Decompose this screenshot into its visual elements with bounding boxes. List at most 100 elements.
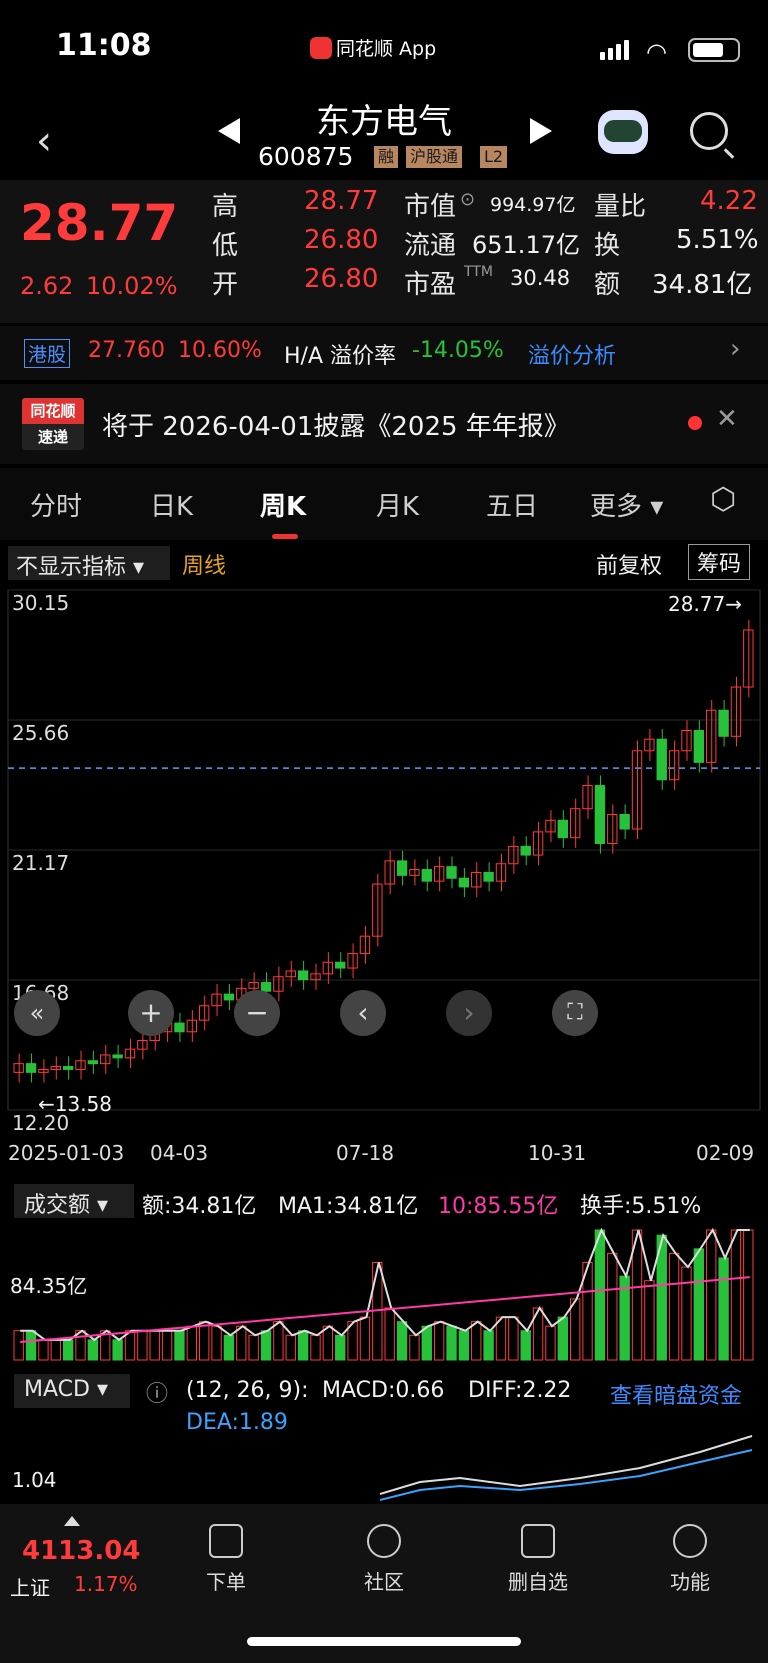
index-up-icon: [64, 1516, 80, 1526]
volume-bar: [396, 1321, 408, 1361]
tab-intraday[interactable]: 分时: [30, 486, 82, 523]
pe-value: 30.48: [510, 266, 571, 290]
nav-remove-watchlist[interactable]: 删自选: [488, 1524, 588, 1595]
macd-panel[interactable]: MACD ▾ ⓘ (12, 26, 9): MACD:0.66 DIFF:2.2…: [0, 1370, 768, 1504]
hk-pct: 10.60%: [178, 338, 262, 363]
y-tick-label: 25.66: [12, 721, 69, 745]
adjust-mode-button[interactable]: 前复权: [596, 548, 662, 580]
tag-level2: L2: [480, 146, 508, 168]
volume-bar: [248, 1334, 259, 1361]
candle-body: [730, 686, 742, 737]
period-tabs: 分时 日K 周K 月K 五日 更多 ▾ ⬡: [0, 468, 768, 540]
news-express-logo: 同花顺 速递: [22, 398, 84, 450]
volume-bar: [668, 1252, 680, 1361]
tab-weekly-k[interactable]: 周K: [260, 486, 306, 523]
candle-body: [656, 738, 667, 781]
turnover-value: 5.51%: [676, 225, 759, 255]
diff-value: DIFF:2.22: [468, 1378, 572, 1403]
nav-order[interactable]: 下单: [176, 1524, 276, 1595]
open-label: 开: [212, 270, 239, 300]
volume-bar: [718, 1257, 729, 1361]
volume-bar: [607, 1252, 618, 1361]
candle-body: [25, 1063, 37, 1073]
volume-bar: [310, 1334, 321, 1361]
volume-bar: [545, 1325, 556, 1361]
volume-bar: [285, 1334, 296, 1361]
open-value: 26.80: [304, 264, 379, 294]
pe-label: 市盈: [404, 270, 457, 300]
dark-pool-link[interactable]: 查看暗盘资金: [610, 1378, 742, 1410]
hk-premium-row[interactable]: 港股 27.760 10.60% H/A 溢价率 -14.05% 溢价分析 ›: [0, 326, 768, 380]
index-value[interactable]: 4113.04: [22, 1536, 140, 1566]
tab-monthly-k[interactable]: 月K: [376, 486, 419, 523]
turnover-label: 换: [594, 231, 621, 261]
volume-indicator-select[interactable]: 成交额 ▾: [14, 1184, 134, 1218]
indicator-select[interactable]: 不显示指标 ▾: [8, 546, 170, 580]
candle-body: [347, 953, 358, 969]
x-tick-label: 2025-01-03: [8, 1141, 124, 1165]
help-icon[interactable]: ⓘ: [146, 1376, 168, 1408]
fullscreen-icon[interactable]: ⛶: [552, 990, 598, 1036]
volume-bar: [87, 1339, 99, 1361]
search-icon[interactable]: [690, 112, 728, 150]
tab-more[interactable]: 更多 ▾: [590, 486, 663, 523]
volume-bar: [62, 1339, 74, 1361]
quote-panel: 28.77 2.62 10.02% 高 28.77 低 26.80 开 26.8…: [0, 180, 768, 323]
zoom-in-icon[interactable]: +: [128, 990, 174, 1036]
zoom-out-icon[interactable]: −: [234, 990, 280, 1036]
nav-community[interactable]: 社区: [334, 1524, 434, 1595]
index-name: 上证: [10, 1576, 50, 1600]
kline-chart-area[interactable]: 不显示指标 ▾ 周线 前复权 筹码 30.1525.6621.1716.6812…: [0, 540, 768, 1180]
hk-price: 27.760: [88, 338, 165, 363]
cellular-signal-icon: [600, 40, 629, 60]
volume-bar: [112, 1339, 123, 1361]
rewind-icon[interactable]: «: [14, 990, 60, 1036]
low-marker: ←13.58: [38, 1092, 113, 1116]
scroll-right-icon[interactable]: ›: [446, 990, 492, 1036]
settings-hexagon-icon[interactable]: ⬡: [710, 482, 736, 517]
candle-body: [458, 877, 470, 888]
last-price: 28.77: [20, 194, 179, 252]
volume-bar: [211, 1325, 222, 1361]
volume-bar: [149, 1330, 160, 1361]
nav-functions[interactable]: 功能: [640, 1524, 740, 1595]
candle-body: [619, 814, 630, 830]
tag-margin: 融: [374, 146, 399, 168]
x-tick-label: 04-03: [150, 1141, 208, 1165]
home-indicator: [247, 1637, 521, 1646]
premium-analysis-link[interactable]: 溢价分析: [528, 338, 616, 370]
chevron-right-icon: ›: [730, 334, 741, 364]
info-icon[interactable]: ⊙: [460, 189, 475, 210]
candle-body: [681, 730, 692, 752]
hk-tag: 港股: [24, 339, 71, 368]
pe-ttm-tag: TTM: [464, 264, 493, 280]
high-label: 高: [212, 192, 239, 222]
candle-body: [322, 961, 334, 975]
x-tick-label: 02-09: [696, 1141, 754, 1165]
prev-stock-icon[interactable]: [218, 118, 240, 144]
close-icon[interactable]: ✕: [716, 404, 738, 434]
wifi-icon: ◠: [646, 38, 667, 66]
unread-dot-icon: [688, 416, 702, 430]
volume-bar: [483, 1330, 494, 1361]
volume-bar: [471, 1321, 482, 1361]
stock-name: 东方电气: [316, 102, 452, 142]
chips-button[interactable]: 筹码: [688, 544, 751, 580]
candle-body: [644, 738, 655, 752]
candle-body: [545, 819, 556, 833]
tab-five-day[interactable]: 五日: [486, 486, 538, 523]
macd-indicator-select[interactable]: MACD ▾: [14, 1374, 130, 1408]
volume-bar: [322, 1325, 334, 1361]
price-change-pct: 10.02%: [86, 272, 178, 300]
next-stock-icon[interactable]: [530, 118, 552, 144]
volume-bar: [38, 1339, 49, 1361]
scroll-left-icon[interactable]: ‹: [340, 990, 386, 1036]
notice-row[interactable]: 同花顺 速递 将于 2026-04-01披露《2025 年年报》 ✕: [0, 384, 768, 464]
volume-panel[interactable]: 成交额 ▾ 额:34.81亿 MA1:34.81亿 10:85.55亿 换手:5…: [0, 1180, 768, 1370]
volume-bar: [260, 1330, 272, 1361]
ai-robot-icon[interactable]: [598, 110, 648, 154]
minus-box-icon: [521, 1524, 555, 1558]
float-value: 651.17亿: [472, 231, 580, 259]
tab-daily-k[interactable]: 日K: [150, 486, 193, 523]
candle-body: [112, 1054, 123, 1059]
